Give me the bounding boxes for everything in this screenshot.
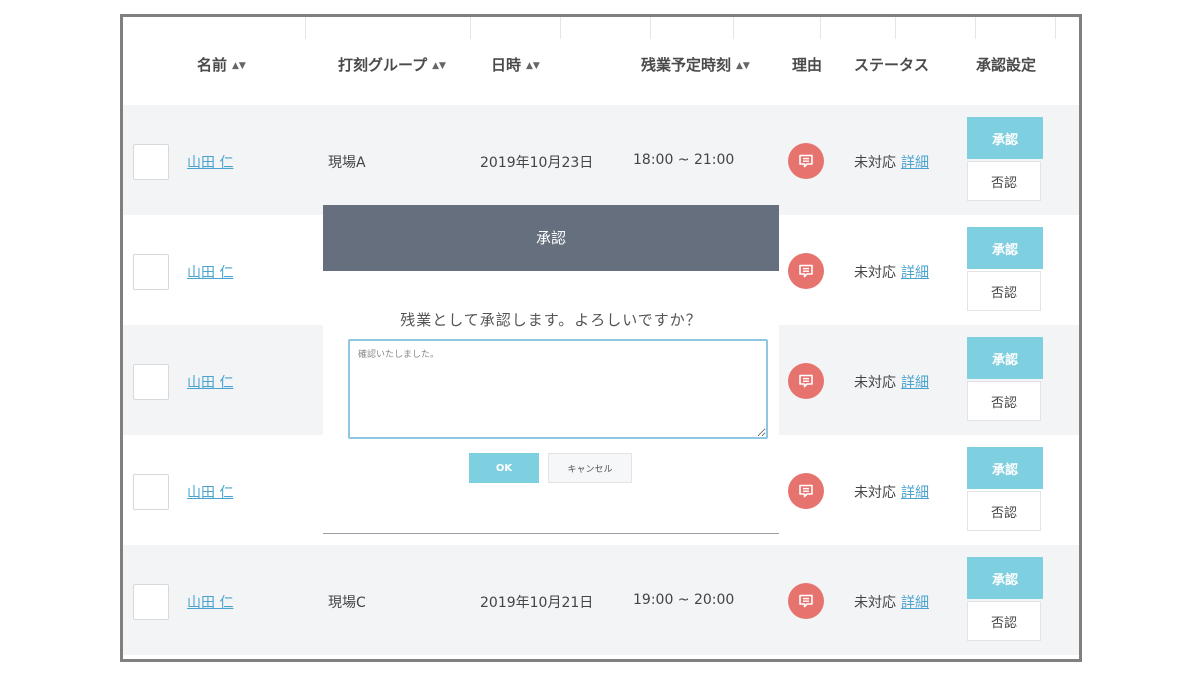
approve-button[interactable]: 承認 xyxy=(967,117,1043,159)
detail-link[interactable]: 詳細 xyxy=(901,595,929,611)
sort-icon[interactable]: ▲▼ xyxy=(232,61,246,71)
comment-icon[interactable] xyxy=(788,473,824,509)
approve-button[interactable]: 承認 xyxy=(967,557,1043,599)
reject-button[interactable]: 否認 xyxy=(967,601,1041,641)
header-tick-marks xyxy=(123,17,1079,39)
employee-name-link[interactable]: 山田 仁 xyxy=(187,152,233,172)
employee-name-link[interactable]: 山田 仁 xyxy=(187,372,233,392)
table-row: 山田 仁 現場C 2019年10月21日 19:00 ~ 20:00 未対応 詳細… xyxy=(123,545,1079,655)
status-cell: 未対応 詳細 xyxy=(854,155,929,171)
header-reason: 理由 xyxy=(792,56,823,74)
approve-button[interactable]: 承認 xyxy=(967,337,1043,379)
detail-link[interactable]: 詳細 xyxy=(901,265,929,281)
date-cell: 2019年10月21日 xyxy=(480,595,594,611)
row-checkbox[interactable] xyxy=(133,144,169,180)
reject-button[interactable]: 否認 xyxy=(967,381,1041,421)
reject-button[interactable]: 否認 xyxy=(967,491,1041,531)
comment-icon[interactable] xyxy=(788,583,824,619)
modal-title: 承認 xyxy=(323,205,779,271)
table-header: 名前 ▲▼ 打刻グループ ▲▼ 日時 ▲▼ 残業予定時刻 ▲▼ 理由 ステータス 承認設… xyxy=(123,39,1079,105)
employee-name-link[interactable]: 山田 仁 xyxy=(187,482,233,502)
row-checkbox[interactable] xyxy=(133,364,169,400)
status-cell: 未対応 詳細 xyxy=(854,265,929,281)
ok-button[interactable]: OK xyxy=(469,453,539,483)
header-datetime[interactable]: 日時 ▲▼ xyxy=(491,54,540,75)
status-cell: 未対応 詳細 xyxy=(854,485,929,501)
sort-icon[interactable]: ▲▼ xyxy=(432,61,446,71)
sort-icon[interactable]: ▲▼ xyxy=(736,61,750,71)
status-cell: 未対応 詳細 xyxy=(854,595,929,611)
header-approval: 承認設定 xyxy=(976,56,1037,74)
reject-button[interactable]: 否認 xyxy=(967,271,1041,311)
reject-button[interactable]: 否認 xyxy=(967,161,1041,201)
modal-message: 残業として承認します。よろしいですか？ xyxy=(400,311,702,329)
employee-name-link[interactable]: 山田 仁 xyxy=(187,592,233,612)
approve-button[interactable]: 承認 xyxy=(967,447,1043,489)
status-cell: 未対応 詳細 xyxy=(854,375,929,391)
row-checkbox[interactable] xyxy=(133,254,169,290)
approval-table-frame: 名前 ▲▼ 打刻グループ ▲▼ 日時 ▲▼ 残業予定時刻 ▲▼ 理由 ステータス 承認設… xyxy=(120,14,1082,662)
sort-icon[interactable]: ▲▼ xyxy=(526,61,540,71)
header-name[interactable]: 名前 ▲▼ xyxy=(197,54,246,75)
approval-modal: 承認 残業として承認します。よろしいですか？ 確認いたしました。 OK キャンセ… xyxy=(323,205,779,534)
detail-link[interactable]: 詳細 xyxy=(901,375,929,391)
date-cell: 2019年10月23日 xyxy=(480,155,594,171)
comment-textarea[interactable]: 確認いたしました。 xyxy=(348,339,768,439)
employee-name-link[interactable]: 山田 仁 xyxy=(187,262,233,282)
row-checkbox[interactable] xyxy=(133,474,169,510)
comment-icon[interactable] xyxy=(788,253,824,289)
cancel-button[interactable]: キャンセル xyxy=(548,453,632,483)
overtime-cell: 19:00 ~ 20:00 xyxy=(633,592,735,608)
group-cell: 現場A xyxy=(328,155,366,171)
header-overtime[interactable]: 残業予定時刻 ▲▼ xyxy=(641,54,750,75)
header-group[interactable]: 打刻グループ ▲▼ xyxy=(338,54,446,75)
detail-link[interactable]: 詳細 xyxy=(901,155,929,171)
group-cell: 現場C xyxy=(328,595,366,611)
table-row: 山田 仁 現場A 2019年10月23日 18:00 ~ 21:00 未対応 詳細… xyxy=(123,105,1079,215)
row-checkbox[interactable] xyxy=(133,584,169,620)
approve-button[interactable]: 承認 xyxy=(967,227,1043,269)
overtime-cell: 18:00 ~ 21:00 xyxy=(633,152,735,168)
comment-icon[interactable] xyxy=(788,363,824,399)
detail-link[interactable]: 詳細 xyxy=(901,485,929,501)
comment-icon[interactable] xyxy=(788,143,824,179)
header-status: ステータス xyxy=(854,56,930,74)
